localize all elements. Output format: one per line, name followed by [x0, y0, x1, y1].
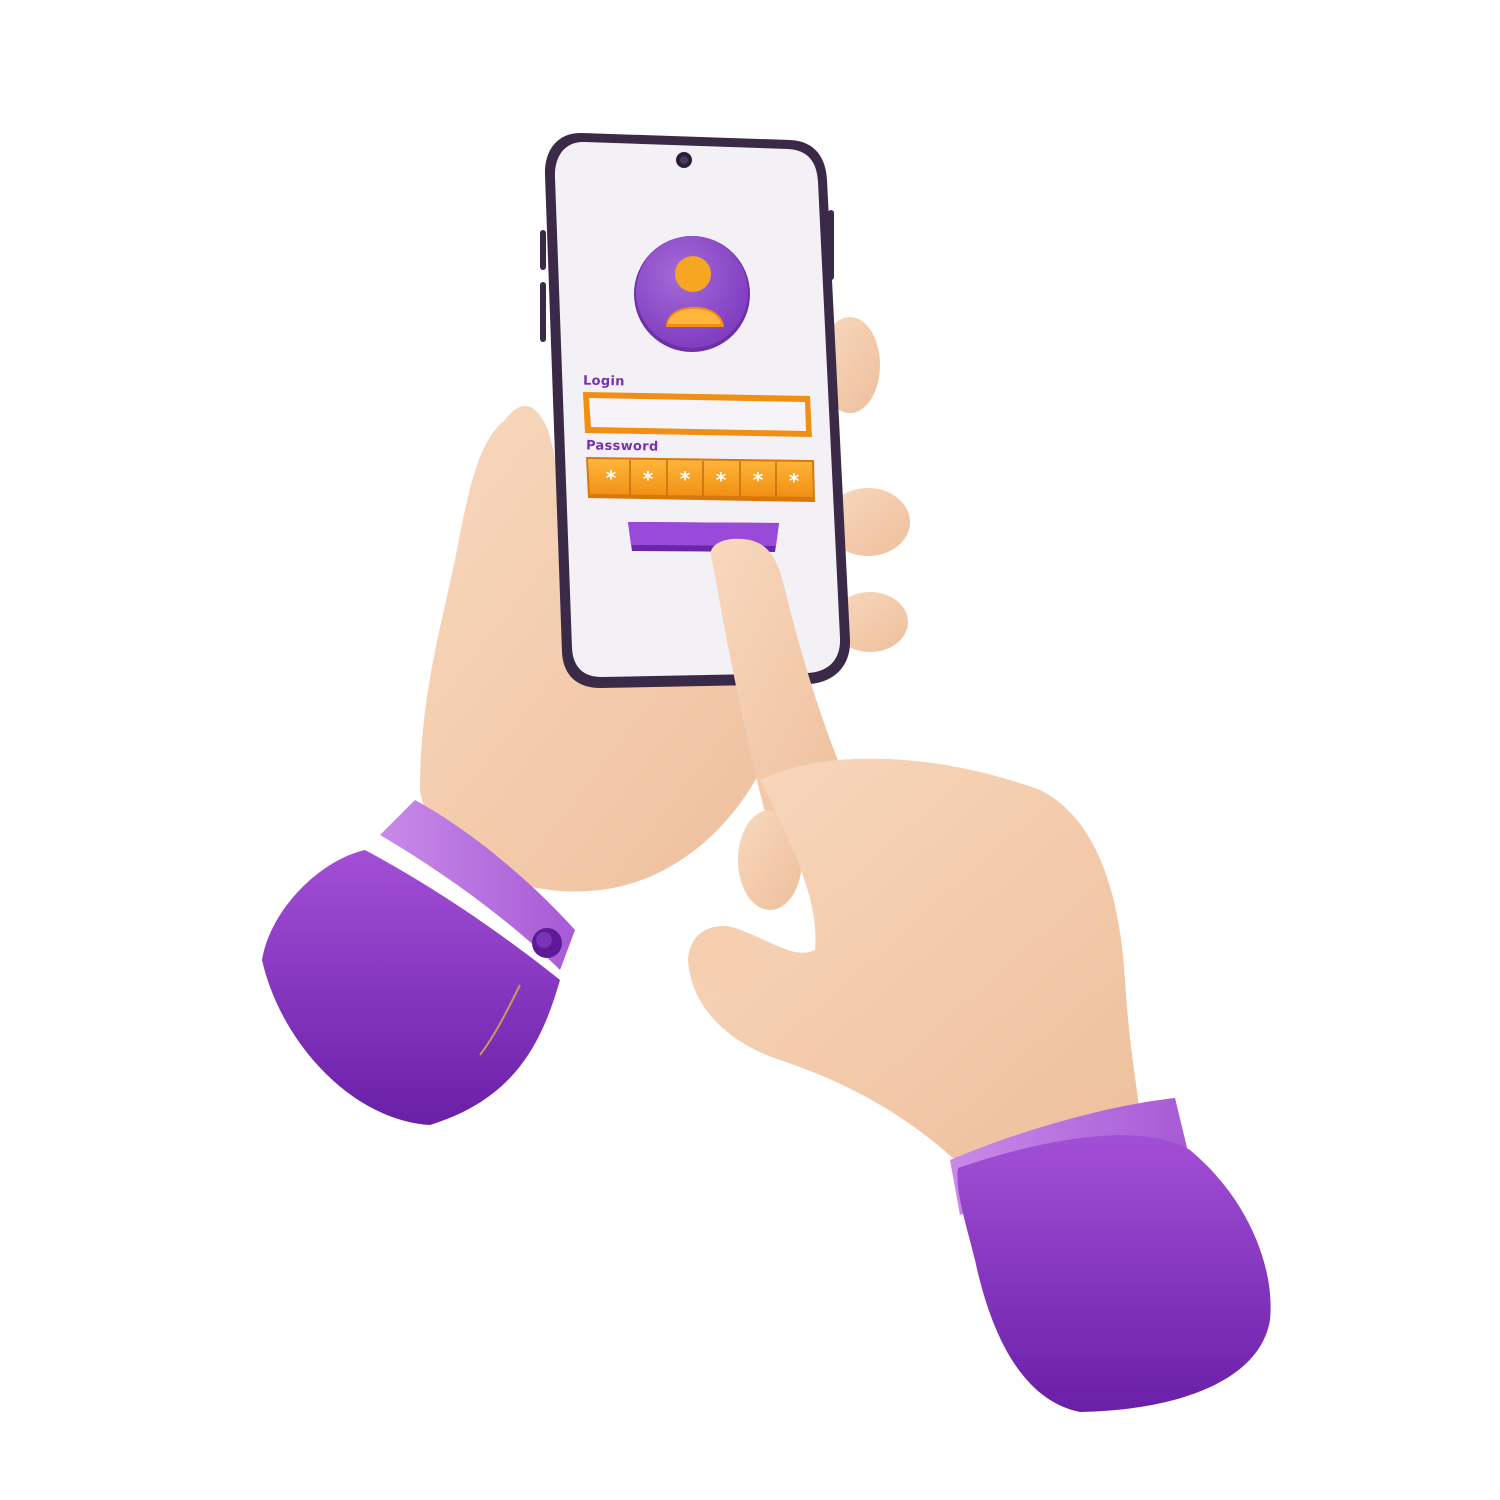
right-hand	[688, 538, 1140, 1160]
login-input[interactable]	[583, 392, 812, 437]
hands-with-phone-illustration: * * * * * *	[262, 132, 1271, 1412]
password-mask-char: *	[606, 466, 617, 490]
smartphone	[540, 132, 851, 688]
password-mask-char: *	[643, 467, 654, 491]
password-label: Password	[585, 438, 659, 455]
password-mask-char: *	[680, 467, 691, 491]
password-mask-char: *	[753, 468, 764, 492]
illustration-scene: * * * * * * Login Password	[0, 0, 1500, 1500]
login-label: Login	[582, 373, 625, 390]
password-mask-char: *	[716, 468, 727, 492]
user-avatar-icon	[634, 236, 750, 352]
password-mask-char: *	[789, 469, 800, 493]
right-sleeve-cuff	[950, 1098, 1271, 1412]
password-input[interactable]	[586, 457, 815, 502]
